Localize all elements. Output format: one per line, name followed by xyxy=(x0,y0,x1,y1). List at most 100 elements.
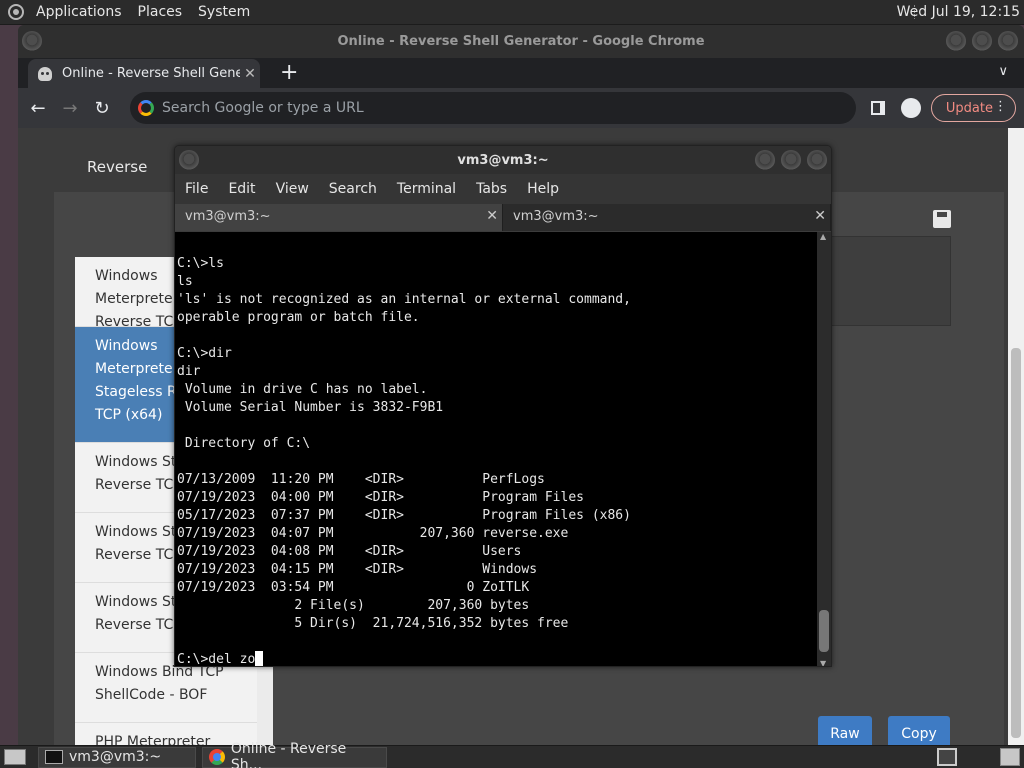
forward-arrow-icon[interactable]: → xyxy=(54,98,86,119)
side-panel-icon[interactable] xyxy=(870,101,885,115)
window-menu-button[interactable] xyxy=(22,31,42,51)
close-window-button[interactable] xyxy=(998,31,1018,51)
reload-icon[interactable]: ↻ xyxy=(86,98,118,119)
chrome-icon xyxy=(209,749,225,765)
terminal-line: 07/13/2009 11:20 PM <DIR> PerfLogs xyxy=(177,472,545,487)
terminal-line: 07/19/2023 04:07 PM 207,360 reverse.exe xyxy=(177,526,569,541)
terminal-line: dir xyxy=(177,364,201,379)
scroll-down-icon[interactable]: ▼ xyxy=(820,659,826,666)
raw-button[interactable]: Raw xyxy=(818,716,872,745)
menu-system[interactable]: System xyxy=(190,4,258,20)
menu-applications[interactable]: Applications xyxy=(28,4,130,20)
terminal-line: 2 File(s) 207,360 bytes xyxy=(177,598,530,613)
address-bar[interactable]: Search Google or type a URL xyxy=(130,92,856,124)
terminal-window: vm3@vm3:~ File Edit View Search Terminal… xyxy=(174,145,832,667)
list-item-line: PHP Meterpreter xyxy=(95,734,211,745)
terminal-line: 07/19/2023 04:00 PM <DIR> Program Files xyxy=(177,490,584,505)
close-tab-icon[interactable]: ✕ xyxy=(814,208,826,224)
scroll-up-icon[interactable]: ▲ xyxy=(820,232,826,241)
show-desktop-icon[interactable] xyxy=(4,749,26,765)
profile-avatar-icon[interactable] xyxy=(900,98,921,118)
menu-help[interactable]: Help xyxy=(517,181,569,197)
more-menu-icon[interactable]: ⋮ xyxy=(994,99,1007,114)
terminal-line: ls xyxy=(177,274,193,289)
terminal-line: 5 Dir(s) 21,724,516,352 bytes free xyxy=(177,616,569,631)
list-item-line: ShellCode - BOF xyxy=(95,687,208,703)
browser-tab[interactable]: Online - Reverse Shell Genera ✕ xyxy=(28,59,260,88)
terminal-close-button[interactable] xyxy=(807,150,827,170)
update-button-label: Update xyxy=(945,100,993,116)
address-bar-placeholder: Search Google or type a URL xyxy=(162,100,364,116)
top-panel: Applications Places System Wed Jul 19, 1… xyxy=(0,0,1024,25)
back-arrow-icon[interactable]: ← xyxy=(22,98,54,119)
terminal-lines: C:\>ls ls 'ls' is not recognized as an int… xyxy=(177,237,817,651)
terminal-minimize-button[interactable] xyxy=(755,150,775,170)
terminal-tab-bar: vm3@vm3:~ ✕ vm3@vm3:~ ✕ xyxy=(175,204,831,231)
taskbar-item-label: vm3@vm3:~ xyxy=(69,749,162,765)
new-tab-icon[interactable]: + xyxy=(280,60,298,85)
menu-terminal[interactable]: Terminal xyxy=(387,181,466,197)
terminal-tab[interactable]: vm3@vm3:~ ✕ xyxy=(503,204,831,231)
terminal-line: C:\>ls xyxy=(177,256,224,271)
page-scrollbar-thumb[interactable] xyxy=(1011,348,1021,738)
bottom-taskbar: vm3@vm3:~ Online - Reverse Sh... xyxy=(0,741,1024,768)
minimize-button[interactable] xyxy=(946,31,966,51)
tab-search-chevron-icon[interactable]: ∨ xyxy=(998,64,1008,79)
browser-tab-title: Online - Reverse Shell Genera xyxy=(62,66,240,81)
google-icon xyxy=(138,100,154,116)
terminal-line: 07/19/2023 04:08 PM <DIR> Users xyxy=(177,544,522,559)
terminal-window-menu-button[interactable] xyxy=(179,150,199,170)
terminal-line: Volume Serial Number is 3832-F9B1 xyxy=(177,400,444,415)
terminal-line: 05/17/2023 07:37 PM <DIR> Program Files … xyxy=(177,508,631,523)
terminal-line: Directory of C:\ xyxy=(177,436,311,451)
terminal-menubar: File Edit View Search Terminal Tabs Help xyxy=(175,174,831,204)
distro-logo-icon[interactable] xyxy=(8,4,24,20)
menu-tabs[interactable]: Tabs xyxy=(466,181,517,197)
terminal-tab[interactable]: vm3@vm3:~ ✕ xyxy=(175,204,503,231)
terminal-title: vm3@vm3:~ xyxy=(457,152,549,168)
list-item[interactable]: PHP Meterpreter xyxy=(75,723,257,745)
terminal-line: C:\>dir xyxy=(177,346,232,361)
terminal-cursor xyxy=(255,651,264,666)
reverse-tab[interactable]: Reverse xyxy=(87,158,147,176)
skull-favicon-icon xyxy=(38,66,52,81)
terminal-line: 'ls' is not recognized as an internal or… xyxy=(177,292,631,307)
terminal-line: operable program or batch file. xyxy=(177,310,420,325)
terminal-icon xyxy=(45,750,63,764)
copy-button[interactable]: Copy xyxy=(888,716,950,745)
taskbar-item-label: Online - Reverse Sh... xyxy=(230,741,347,768)
chrome-titlebar: Online - Reverse Shell Generator - Googl… xyxy=(18,25,1024,58)
taskbar-item-terminal[interactable]: vm3@vm3:~ xyxy=(38,746,196,768)
close-tab-icon[interactable]: ✕ xyxy=(240,66,260,82)
save-icon[interactable] xyxy=(933,210,951,228)
tab-strip: Online - Reverse Shell Genera ✕ + ∨ xyxy=(18,58,1024,88)
terminal-titlebar: vm3@vm3:~ xyxy=(175,146,831,174)
page-scrollbar[interactable] xyxy=(1008,128,1024,745)
maximize-button[interactable] xyxy=(972,31,992,51)
update-button[interactable]: Update ⋮ xyxy=(930,94,1016,122)
menu-file[interactable]: File xyxy=(175,181,218,197)
menu-search[interactable]: Search xyxy=(319,181,387,197)
clock[interactable]: Wed Jul 19, 12:15 xyxy=(897,4,1020,20)
browser-toolbar: ← → ↻ Search Google or type a URL Update… xyxy=(18,88,1024,128)
workspace-2[interactable] xyxy=(1000,748,1020,766)
terminal-scrollbar[interactable]: ▲ ▼ xyxy=(817,232,831,666)
close-tab-icon[interactable]: ✕ xyxy=(486,208,498,224)
terminal-tab-label: vm3@vm3:~ xyxy=(513,209,599,224)
taskbar-item-chrome[interactable]: Online - Reverse Sh... xyxy=(202,741,387,768)
terminal-scrollbar-thumb[interactable] xyxy=(819,610,829,652)
menu-places[interactable]: Places xyxy=(130,4,191,20)
terminal-output[interactable]: C:\>ls ls 'ls' is not recognized as an int… xyxy=(175,232,817,666)
workspace-1[interactable] xyxy=(937,748,957,766)
terminal-line: 07/19/2023 03:54 PM 0 ZoITLK xyxy=(177,580,530,595)
terminal-maximize-button[interactable] xyxy=(781,150,801,170)
menu-view[interactable]: View xyxy=(266,181,319,197)
terminal-line: 07/19/2023 04:15 PM <DIR> Windows xyxy=(177,562,538,577)
menu-edit[interactable]: Edit xyxy=(218,181,265,197)
terminal-tab-label: vm3@vm3:~ xyxy=(185,209,271,224)
